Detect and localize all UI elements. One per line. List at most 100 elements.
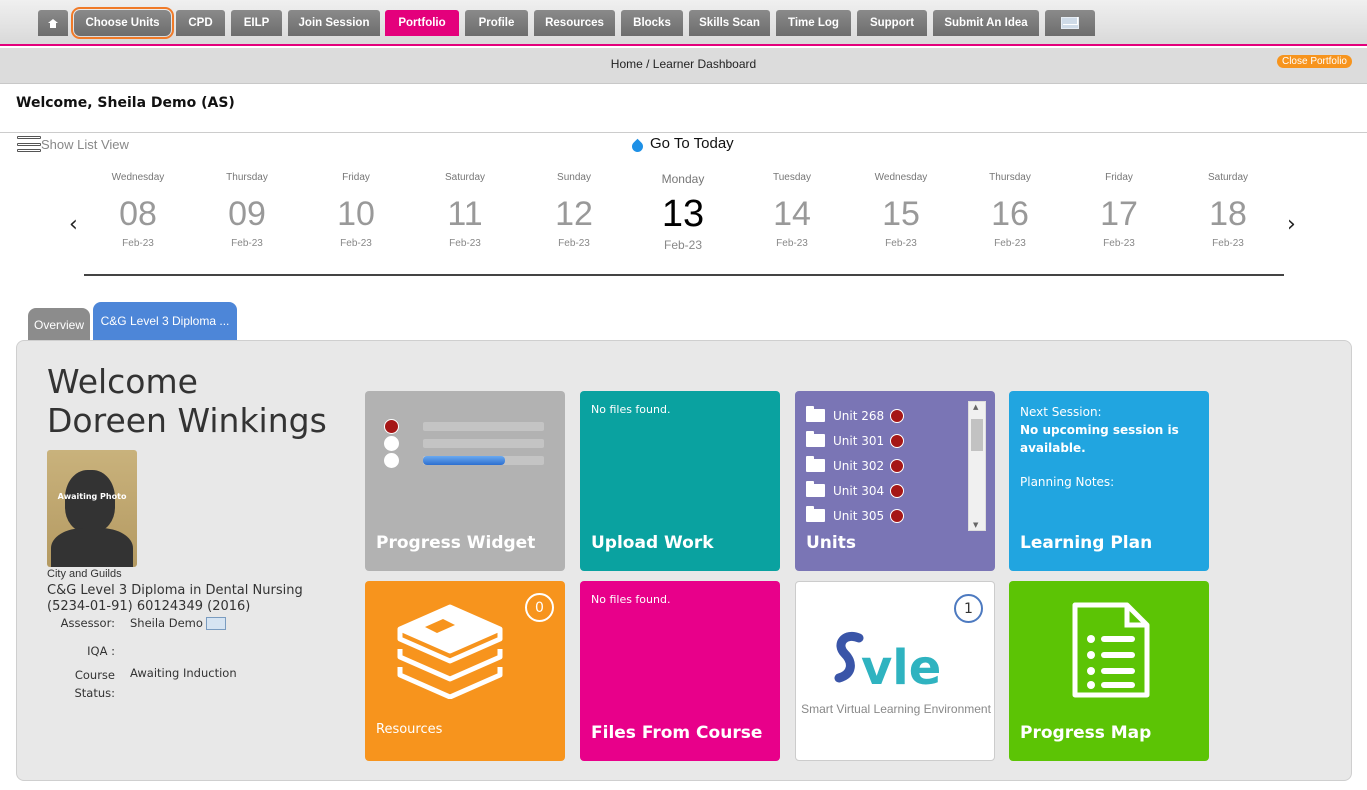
learning-plan-tile[interactable]: Next Session: No upcoming session is ava… xyxy=(1009,391,1209,571)
breadcrumb[interactable]: Home / Learner Dashboard xyxy=(0,57,1367,71)
go-to-today-button[interactable]: Go To Today xyxy=(629,135,734,155)
nav-submit-idea[interactable]: Submit An Idea xyxy=(933,10,1039,36)
tile-title: Upload Work xyxy=(591,533,714,553)
tile-title: Progress Map xyxy=(1020,723,1152,743)
progress-widget-tile[interactable]: Progress Widget xyxy=(365,391,565,571)
upload-note: No files found. xyxy=(591,403,671,416)
nav-resources[interactable]: Resources xyxy=(534,10,615,36)
envelope-icon[interactable] xyxy=(205,617,226,630)
calendar-day[interactable]: Wednesday 08 Feb-23 xyxy=(88,172,188,249)
day-name: Monday xyxy=(661,172,705,186)
unit-item[interactable]: Unit 305 xyxy=(806,503,966,528)
tile-title: Progress Widget xyxy=(376,533,536,553)
nav-portfolio[interactable]: Portfolio xyxy=(385,10,459,36)
books-icon xyxy=(397,604,503,699)
calendar-day[interactable]: Thursday 16 Feb-23 xyxy=(960,172,1060,249)
day-name: Saturday xyxy=(444,172,486,183)
nav-join-session[interactable]: Join Session xyxy=(288,10,380,36)
day-number: 13 xyxy=(661,193,705,235)
nav-cpd[interactable]: CPD xyxy=(176,10,225,36)
calendar-day[interactable]: Friday 17 Feb-23 xyxy=(1069,172,1169,249)
breadcrumb-bar: Home / Learner Dashboard Close Portfolio xyxy=(0,48,1367,84)
svle-tile[interactable]: 1 vle Smart Virtual Learning Environment xyxy=(795,581,995,761)
course-status-value: Awaiting Induction xyxy=(130,666,237,680)
nav-home-button[interactable] xyxy=(38,10,68,36)
plan-details: Next Session: No upcoming session is ava… xyxy=(1020,403,1190,491)
status-dot xyxy=(890,408,905,423)
day-name: Thursday xyxy=(989,172,1031,183)
status-dot xyxy=(890,433,905,448)
planning-notes-label: Planning Notes: xyxy=(1020,475,1115,489)
units-scrollbar[interactable]: ▲ ▼ xyxy=(968,401,986,531)
nav-blocks[interactable]: Blocks xyxy=(621,10,683,36)
scroll-thumb[interactable] xyxy=(971,419,983,451)
assessor-value: Sheila Demo xyxy=(130,616,226,630)
list-icon xyxy=(17,136,41,152)
day-name: Sunday xyxy=(557,172,591,183)
nav-mail-button[interactable] xyxy=(1045,10,1095,36)
units-tile[interactable]: Unit 268 Unit 301 Unit 302 Unit 304 Unit… xyxy=(795,391,995,571)
day-number: 14 xyxy=(773,195,811,233)
svle-logo-icon: vle xyxy=(834,632,941,696)
close-portfolio-button[interactable]: Close Portfolio xyxy=(1276,55,1352,68)
status-dot xyxy=(384,453,399,468)
unit-item[interactable]: Unit 304 xyxy=(806,478,966,503)
calendar-next-arrow[interactable]: › xyxy=(1287,212,1296,237)
learner-name: Doreen Winkings xyxy=(47,401,327,440)
scroll-down-icon[interactable]: ▼ xyxy=(973,521,978,529)
day-month: Feb-23 xyxy=(449,238,481,249)
day-number: 17 xyxy=(1100,195,1138,233)
upload-work-tile[interactable]: No files found. Upload Work xyxy=(580,391,780,571)
day-month: Feb-23 xyxy=(1212,238,1244,249)
home-icon xyxy=(48,18,58,28)
nav-skills-scan[interactable]: Skills Scan xyxy=(689,10,770,36)
calendar-day-today[interactable]: Monday 13 Feb-23 xyxy=(633,172,733,252)
unit-item[interactable]: Unit 302 xyxy=(806,453,966,478)
unit-label: Unit 304 xyxy=(833,483,885,498)
day-number: 10 xyxy=(337,195,375,233)
unit-item[interactable]: Unit 268 xyxy=(806,403,966,428)
day-number: 09 xyxy=(228,195,266,233)
calendar-day[interactable]: Thursday 09 Feb-23 xyxy=(197,172,297,249)
tab-overview[interactable]: Overview xyxy=(28,308,90,340)
day-month: Feb-23 xyxy=(776,238,808,249)
nav-choose-units[interactable]: Choose Units xyxy=(71,7,174,39)
calendar-day[interactable]: Saturday 11 Feb-23 xyxy=(415,172,515,249)
nav-eilp[interactable]: EILP xyxy=(231,10,282,36)
unit-item[interactable]: Unit 301 xyxy=(806,428,966,453)
progress-bar-empty xyxy=(423,439,544,448)
status-dot xyxy=(384,436,399,451)
day-month: Feb-23 xyxy=(663,238,703,252)
files-from-course-tile[interactable]: No files found. Files From Course xyxy=(580,581,780,761)
calendar-day[interactable]: Tuesday 14 Feb-23 xyxy=(742,172,842,249)
nav-time-log[interactable]: Time Log xyxy=(776,10,851,36)
nav-profile[interactable]: Profile xyxy=(465,10,528,36)
avatar-text: Awaiting Photo xyxy=(57,492,127,501)
svle-subtitle: Smart Virtual Learning Environment xyxy=(801,702,991,716)
nav-support[interactable]: Support xyxy=(857,10,927,36)
calendar-day[interactable]: Wednesday 15 Feb-23 xyxy=(851,172,951,249)
day-month: Feb-23 xyxy=(340,238,372,249)
day-name: Saturday xyxy=(1207,172,1249,183)
calendar-day[interactable]: Saturday 18 Feb-23 xyxy=(1178,172,1278,249)
assessor-label: Assessor: xyxy=(60,616,115,630)
calendar-day[interactable]: Sunday 12 Feb-23 xyxy=(524,172,624,249)
tab-course[interactable]: C&G Level 3 Diploma ... xyxy=(93,302,237,340)
droplet-icon xyxy=(629,138,646,155)
progress-bar-fill xyxy=(423,456,506,465)
calendar-day[interactable]: Friday 10 Feb-23 xyxy=(306,172,406,249)
scroll-up-icon[interactable]: ▲ xyxy=(973,403,978,411)
list-view-label: Show List View xyxy=(41,136,129,152)
progress-map-tile[interactable]: Progress Map xyxy=(1009,581,1209,761)
progress-bar-empty xyxy=(423,422,544,431)
avatar[interactable]: Awaiting Photo xyxy=(47,450,137,567)
day-number: 16 xyxy=(991,195,1029,233)
resources-tile[interactable]: 0 Resources xyxy=(365,581,565,761)
folder-icon xyxy=(806,481,825,497)
next-session-label: Next Session: xyxy=(1020,405,1102,419)
mail-icon xyxy=(1061,17,1079,29)
status-dot xyxy=(890,508,905,523)
calendar-prev-arrow[interactable]: ‹ xyxy=(69,212,78,237)
divider xyxy=(0,132,1367,133)
show-list-view-button[interactable]: Show List View xyxy=(17,136,129,152)
